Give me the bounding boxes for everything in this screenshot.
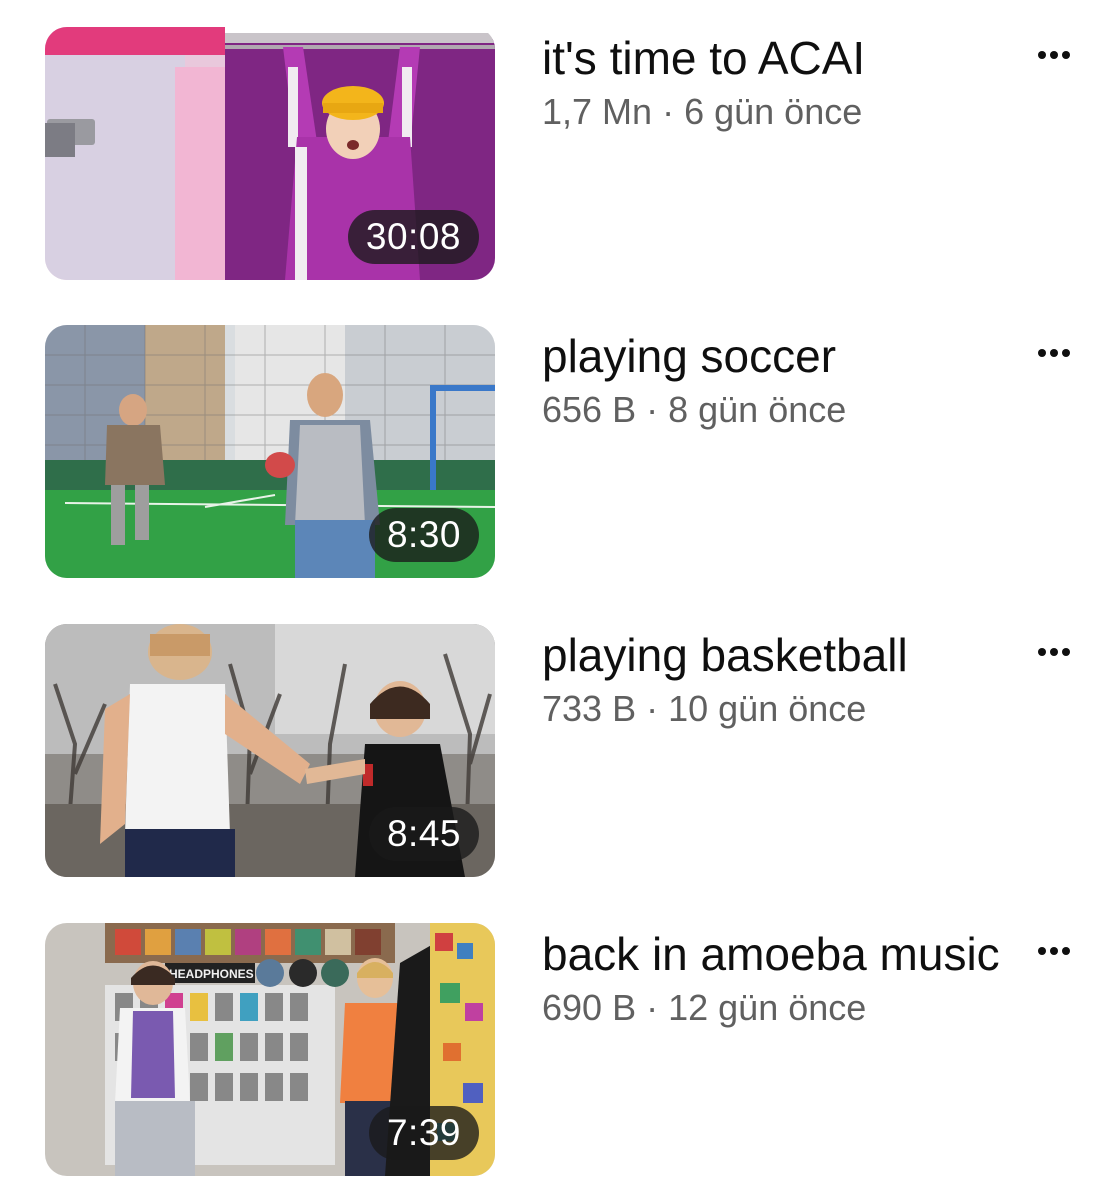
video-thumbnail[interactable]: 8:45 [45,624,495,877]
upload-age: 10 gün önce [668,688,867,729]
more-vertical-dots-icon [1038,349,1070,357]
more-vertical-dots-icon [1038,947,1070,955]
video-metadata: 656 B · 8 gün önce [542,387,1002,433]
upload-age: 12 gün önce [668,987,867,1028]
video-list: 30:08 it's time to ACAI 1,7 Mn · 6 gün ö… [0,0,1099,1200]
video-item[interactable]: 8:45 playing basketball 733 B · 10 gün ö… [0,624,1099,880]
video-thumbnail[interactable]: HEADPHONES 7:39 [45,923,495,1176]
video-title[interactable]: playing soccer [542,327,1002,385]
more-options-button[interactable] [1026,31,1082,79]
duration-badge: 30:08 [347,210,479,264]
video-thumbnail[interactable]: 30:08 [45,27,495,280]
meta-separator: · [646,688,659,729]
video-info: playing soccer 656 B · 8 gün önce [542,327,1002,433]
thumbnail-sign-text: HEADPHONES [169,967,254,981]
video-info: back in amoeba music 690 B · 12 gün önce [542,925,1002,1031]
duration-badge: 8:30 [368,508,479,562]
more-vertical-dots-icon [1038,51,1070,59]
video-item[interactable]: HEADPHONES 7:39 back in amoeba music 690… [0,923,1099,1179]
more-options-button[interactable] [1026,628,1082,676]
meta-separator: · [646,389,659,430]
video-title[interactable]: it's time to ACAI [542,29,1002,87]
view-count: 690 B [542,987,637,1028]
video-metadata: 690 B · 12 gün önce [542,985,1002,1031]
upload-age: 8 gün önce [668,389,847,430]
video-item[interactable]: 30:08 it's time to ACAI 1,7 Mn · 6 gün ö… [0,27,1099,283]
view-count: 656 B [542,389,637,430]
video-metadata: 733 B · 10 gün önce [542,686,1002,732]
video-metadata: 1,7 Mn · 6 gün önce [542,89,1002,135]
view-count: 1,7 Mn [542,91,653,132]
video-info: it's time to ACAI 1,7 Mn · 6 gün önce [542,29,1002,135]
more-vertical-dots-icon [1038,648,1070,656]
video-info: playing basketball 733 B · 10 gün önce [542,626,1002,732]
view-count: 733 B [542,688,637,729]
meta-separator: · [662,91,675,132]
more-options-button[interactable] [1026,927,1082,975]
meta-separator: · [646,987,659,1028]
duration-badge: 8:45 [368,807,479,861]
video-item[interactable]: 8:30 playing soccer 656 B · 8 gün önce [0,325,1099,581]
duration-badge: 7:39 [368,1106,479,1160]
upload-age: 6 gün önce [684,91,863,132]
video-title[interactable]: playing basketball [542,626,1002,684]
video-thumbnail[interactable]: 8:30 [45,325,495,578]
more-options-button[interactable] [1026,329,1082,377]
video-title[interactable]: back in amoeba music [542,925,1002,983]
